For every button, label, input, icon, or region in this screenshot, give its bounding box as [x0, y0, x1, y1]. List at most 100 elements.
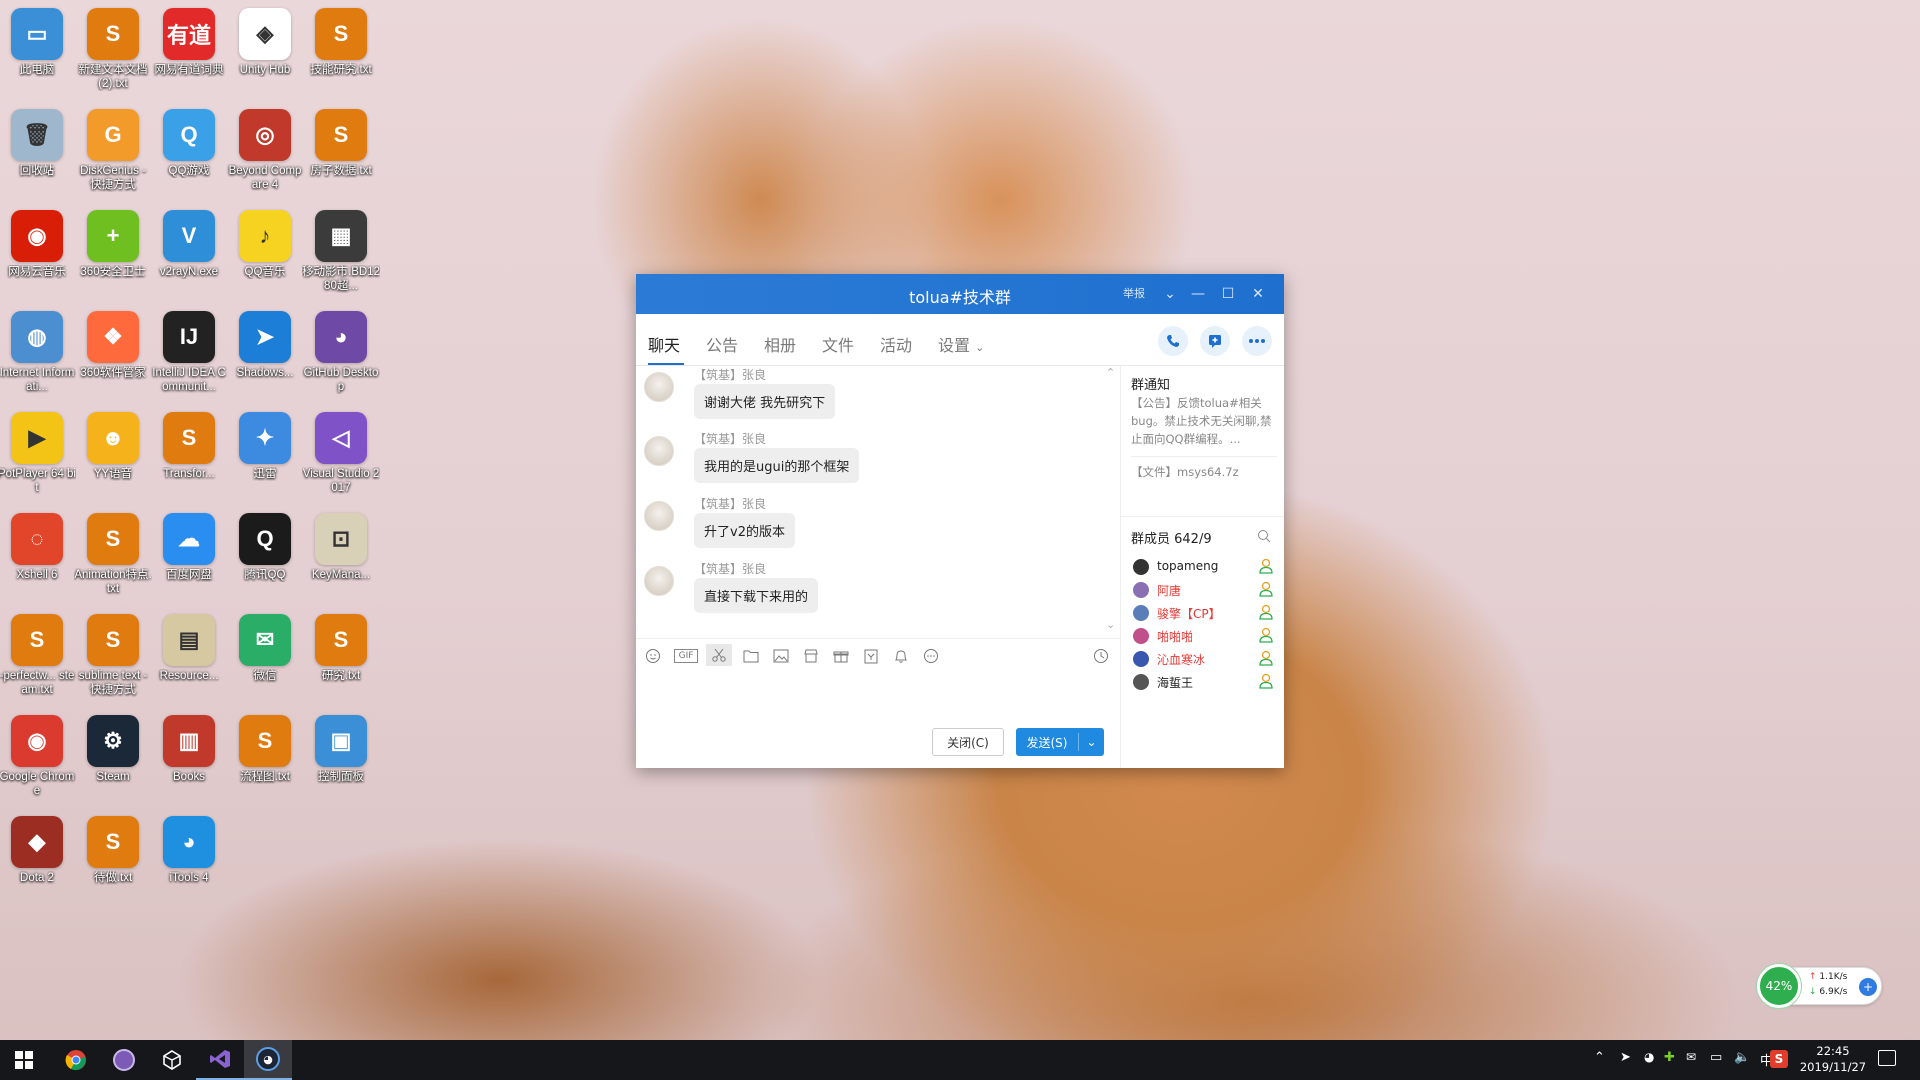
clipboard-icon[interactable]	[862, 647, 880, 665]
desktop-icon[interactable]: ⚙ Steam	[76, 711, 150, 807]
tab-announcement[interactable]: 公告	[706, 332, 738, 356]
message-sender[interactable]: 【筑基】张良	[694, 495, 766, 512]
desktop-icon[interactable]: ◍ Internet Informati...	[0, 307, 74, 403]
desktop-icon[interactable]: ◌ Xshell 6	[0, 509, 74, 605]
image-icon[interactable]	[772, 647, 790, 665]
taskbar-qq-active[interactable]: ◕	[244, 1040, 292, 1080]
message-sender[interactable]: 【筑基】张良	[694, 366, 766, 383]
member-row[interactable]: topameng	[1133, 556, 1273, 578]
collapse-up-icon[interactable]: ⌃	[1106, 366, 1115, 379]
member-row[interactable]: 骏擎【CP】	[1133, 602, 1273, 624]
taskbar-github-desktop[interactable]	[100, 1040, 148, 1080]
tab-files[interactable]: 文件	[822, 332, 854, 356]
desktop-icon[interactable]: ✦ 迅雷	[228, 408, 302, 504]
member-row[interactable]: 啪啪啪	[1133, 625, 1273, 647]
bell-icon[interactable]	[892, 647, 910, 665]
history-clock-icon[interactable]	[1092, 647, 1110, 665]
desktop-icon[interactable]: ☁ 百度网盘	[152, 509, 226, 605]
start-button[interactable]	[0, 1040, 48, 1080]
qq-tray-icon[interactable]: ◕	[1644, 1050, 1654, 1064]
sogou-tray-icon[interactable]: S	[1770, 1050, 1788, 1068]
message-sender[interactable]: 【筑基】张良	[694, 560, 766, 577]
member-search-icon[interactable]	[1257, 528, 1271, 547]
notice-announcement[interactable]: 【公告】反馈tolua#相关bug。禁止技术无关闲聊,禁止面向QQ群编程。...	[1131, 394, 1277, 448]
close-button[interactable]: 关闭(C)	[932, 728, 1004, 756]
desktop-icon[interactable]: S 流程图.txt	[228, 711, 302, 807]
member-row[interactable]: 阿唐	[1133, 579, 1273, 601]
desktop-icon[interactable]: +360安全卫士	[76, 206, 150, 302]
accelerate-icon[interactable]: +	[1859, 978, 1877, 996]
report-link[interactable]: 举报	[1118, 284, 1150, 304]
taskbar-unity[interactable]	[148, 1040, 196, 1080]
telegram-tray-icon[interactable]: ➤	[1620, 1050, 1631, 1065]
desktop-icon[interactable]: Q QQ游戏	[152, 105, 226, 201]
send-button[interactable]: 发送(S) ⌄	[1016, 728, 1104, 756]
avatar[interactable]	[644, 436, 674, 466]
desktop-icon[interactable]: Vv2rayN.exe	[152, 206, 226, 302]
network-speed-widget[interactable]: 42% ↑ 1.1K/s ↓ 6.9K/s +	[1757, 964, 1882, 1008]
desktop-icon[interactable]: S 研究.txt	[304, 610, 378, 706]
desktop-icon[interactable]: ◕ iTools 4	[152, 812, 226, 908]
desktop-icon[interactable]: S 房子数据.txt	[304, 105, 378, 201]
desktop-icon[interactable]: ☻ YY语音	[76, 408, 150, 504]
desktop-icon[interactable]: ▭ 此电脑	[0, 4, 74, 100]
desktop-icon[interactable]: Q 腾讯QQ	[228, 509, 302, 605]
desktop-icon[interactable]: ▤ Resource...	[152, 610, 226, 706]
desktop-icon[interactable]: Ssublime text - 快捷方式	[76, 610, 150, 706]
desktop-icon[interactable]: ◕ GitHub Desktop	[304, 307, 378, 403]
desktop-icon[interactable]: 🗑 回收站	[0, 105, 74, 201]
folder-icon[interactable]	[742, 647, 760, 665]
desktop-icon[interactable]: ◁ Visual Studio 2017	[303, 408, 379, 504]
close-window-button[interactable]: ✕	[1248, 284, 1268, 304]
desktop-icon[interactable]: G DiskGenius - 快捷方式	[76, 105, 150, 201]
avatar[interactable]	[644, 372, 674, 402]
qq-group-chat-window[interactable]: tolua#技术群 举报 ⌄ — ☐ ✕ 聊天 公告 相册 文件 活动 设置 ⌄…	[636, 274, 1284, 768]
chat-message-area[interactable]: 【筑基】张良 谢谢大佬 我先研究下 【筑基】张良 我用的是ugui的那个框架 【…	[636, 366, 1120, 634]
gift-icon[interactable]	[832, 647, 850, 665]
taskbar-visual-studio[interactable]	[196, 1040, 244, 1080]
desktop-icon[interactable]: ◎ Beyond Compare 4	[228, 105, 302, 201]
show-hidden-icons-icon[interactable]: ⌃	[1594, 1050, 1605, 1065]
desktop-icon[interactable]: ▣ 控制面板	[304, 711, 378, 807]
360-tray-icon[interactable]: ✚	[1664, 1050, 1675, 1065]
title-bar[interactable]: tolua#技术群 举报 ⌄ — ☐ ✕	[636, 274, 1284, 314]
desktop-icon[interactable]: ◈ Unity Hub	[228, 4, 302, 100]
tab-settings[interactable]: 设置 ⌄	[938, 332, 984, 356]
desktop-icon[interactable]: S Transfor...	[152, 408, 226, 504]
desktop-icon[interactable]: S Animation特点.txt	[74, 509, 152, 605]
call-button[interactable]	[1158, 326, 1188, 356]
desktop-icon[interactable]: ◆ Dota 2	[0, 812, 74, 908]
maximize-button[interactable]: ☐	[1218, 284, 1238, 304]
more-button[interactable]	[1242, 326, 1272, 356]
gif-icon[interactable]: GIF	[674, 649, 698, 663]
member-row[interactable]: 海蜇王	[1133, 671, 1273, 693]
desktop-icon[interactable]: IJ IntelliJ IDEA Communit...	[152, 307, 226, 403]
network-icon[interactable]: ▭	[1710, 1050, 1722, 1065]
clock[interactable]: 22:45 2019/11/27	[1798, 1043, 1868, 1075]
notice-file[interactable]: 【文件】msys64.7z	[1131, 464, 1239, 480]
wechat-tray-icon[interactable]: ✉	[1686, 1050, 1696, 1064]
desktop-icon[interactable]: ▶ PotPlayer 64 bit	[0, 408, 76, 504]
desktop-icon[interactable]: ➤ Shadows...	[228, 307, 302, 403]
notification-center-icon[interactable]	[1878, 1050, 1896, 1066]
minimize-button[interactable]: —	[1188, 284, 1208, 304]
desktop-icon[interactable]: ⊡ KeyMana...	[304, 509, 378, 605]
collapse-down-icon[interactable]: ⌄	[1106, 618, 1115, 631]
message-sender[interactable]: 【筑基】张良	[694, 430, 766, 447]
desktop-icon[interactable]: S 新建文本文档 (2).txt	[76, 4, 150, 100]
desktop-icon[interactable]: ❖ 360软件管家	[76, 307, 150, 403]
desktop-icon[interactable]: ✉ 微信	[228, 610, 302, 706]
tab-chat[interactable]: 聊天	[648, 332, 680, 356]
member-row[interactable]: 沁血寒冰	[1133, 648, 1273, 670]
desktop-icon[interactable]: ▦ 移动影市.BD1280超...	[302, 206, 380, 302]
add-chat-button[interactable]	[1200, 326, 1230, 356]
avatar[interactable]	[644, 566, 674, 596]
desktop-icon[interactable]: S 技能研究.txt	[304, 4, 378, 100]
chevron-down-icon[interactable]: ⌄	[1160, 284, 1180, 304]
desktop-icon[interactable]: S -perfectw... steam.txt	[0, 610, 74, 706]
scissors-icon[interactable]	[706, 644, 732, 666]
tab-album[interactable]: 相册	[764, 332, 796, 356]
shop-icon[interactable]	[802, 647, 820, 665]
desktop-icon[interactable]: 有道 网易有道词典	[152, 4, 226, 100]
emoji-icon[interactable]	[644, 647, 662, 665]
